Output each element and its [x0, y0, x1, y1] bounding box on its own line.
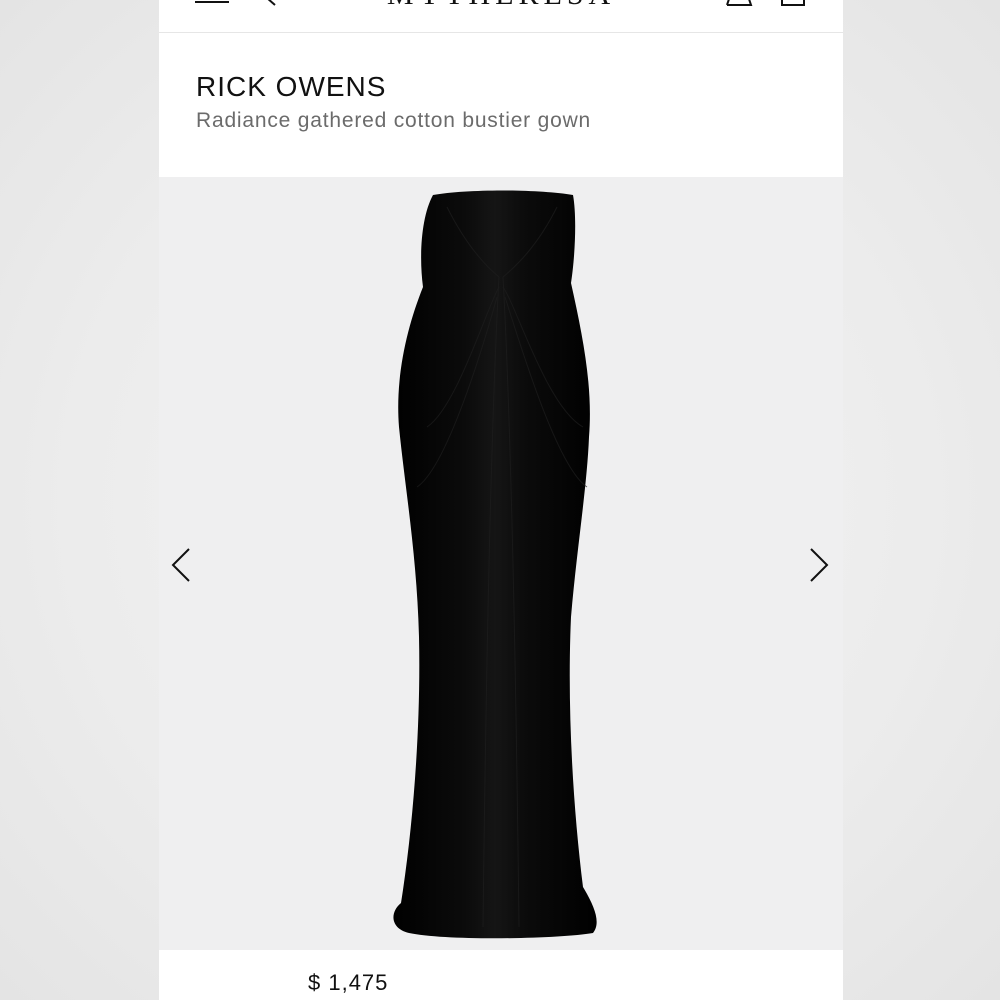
product-header: RICK OWENS Radiance gathered cotton bust… — [159, 33, 843, 177]
product-price: $ 1,475 — [308, 970, 389, 995]
chevron-left-icon[interactable] — [169, 545, 195, 585]
bag-icon[interactable] — [779, 0, 807, 6]
account-icon[interactable] — [725, 0, 753, 6]
chevron-right-icon[interactable] — [805, 545, 831, 585]
product-title: Radiance gathered cotton bustier gown — [196, 109, 592, 132]
product-image-gallery[interactable] — [159, 177, 843, 950]
product-page: MYTHERESA RICK OWENS Radiance gathered c… — [159, 0, 843, 1000]
product-image — [393, 190, 597, 939]
price-section: $ 1,475 — [159, 950, 843, 1000]
brand-name[interactable]: RICK OWENS — [196, 71, 386, 103]
top-navigation-bar: MYTHERESA — [159, 0, 843, 33]
